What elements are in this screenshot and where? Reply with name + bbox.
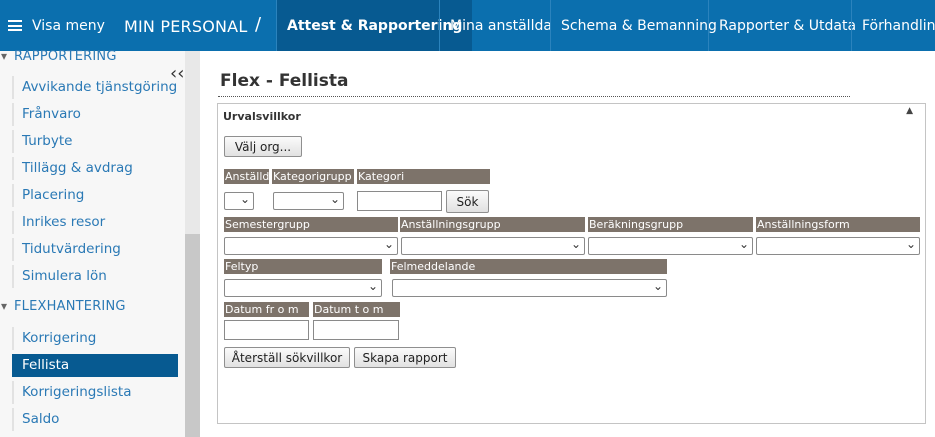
chevron-down-icon: ⌄	[383, 237, 394, 251]
label-berakningsgrupp: Beräkningsgrupp	[588, 217, 753, 232]
sidebar-item-placering[interactable]: Placering	[12, 184, 178, 207]
berakningsgrupp-select[interactable]: ⌄	[588, 237, 753, 255]
anstallningsgrupp-select[interactable]: ⌄	[401, 237, 585, 255]
datum-tom-input[interactable]	[313, 320, 399, 340]
sidebar-menu: ▾ RAPPORTERING ‹‹ Avvikande tjänstgöring…	[0, 49, 185, 437]
app-title[interactable]: MIN PERSONAL	[124, 17, 247, 36]
label-anstalld: Anställd	[224, 169, 269, 184]
semestergrupp-select[interactable]: ⌄	[224, 237, 398, 255]
sidebar-scrollbar[interactable]	[185, 51, 200, 437]
chevron-down-icon: ⌄	[367, 279, 378, 293]
reset-search-button[interactable]: Återställ sökvillkor	[224, 347, 350, 368]
sidebar-item-avvikande-tjanstgoring[interactable]: Avvikande tjänstgöring	[12, 76, 178, 99]
sidebar-section-flexhantering[interactable]: FLEXHANTERING	[14, 299, 126, 314]
sidebar-item-fellista[interactable]: Fellista	[12, 354, 178, 377]
sidebar-item-turbyte[interactable]: Turbyte	[12, 130, 178, 153]
filter-panel: Urvalsvillkor ▲ Välj org... Anställd Kat…	[217, 103, 926, 424]
label-datum-tom: Datum t o m	[313, 302, 400, 317]
panel-title: Urvalsvillkor	[223, 110, 301, 123]
sidebar-item-korrigeringslista[interactable]: Korrigeringslista	[12, 381, 178, 404]
top-navigation-bar: Visa meny MIN PERSONAL / Attest & Rappor…	[0, 0, 935, 51]
section-expand-icon[interactable]: ▾	[1, 299, 7, 313]
section-expand-icon[interactable]: ▾	[1, 49, 7, 63]
sidebar-item-tillagg-avdrag[interactable]: Tillägg & avdrag	[12, 157, 178, 180]
breadcrumb-separator: /	[255, 14, 262, 35]
tab-schema-bemanning[interactable]: Schema & Bemanning	[550, 0, 727, 51]
anstallningsform-select[interactable]: ⌄	[756, 237, 920, 255]
chevron-down-icon: ⌄	[329, 192, 340, 206]
scrollbar-thumb[interactable]	[185, 234, 200, 437]
sidebar-item-korrigering[interactable]: Korrigering	[12, 327, 178, 350]
felmeddelande-select[interactable]: ⌄	[392, 279, 667, 297]
sidebar-item-saldo[interactable]: Saldo	[12, 408, 178, 431]
sidebar-item-simulera-lon[interactable]: Simulera lön	[12, 265, 178, 288]
create-report-button[interactable]: Skapa rapport	[354, 347, 456, 368]
sidebar-item-inrikes-resor[interactable]: Inrikes resor	[12, 211, 178, 234]
anstalld-select[interactable]: ⌄	[224, 192, 254, 210]
label-anstallningsform: Anställningsform	[756, 217, 920, 232]
collapse-triangle-icon[interactable]: ▲	[906, 106, 913, 116]
tab-mina-anstallda[interactable]: Mina anställda	[439, 0, 562, 51]
sidebar: ▾ RAPPORTERING ‹‹ Avvikande tjänstgöring…	[0, 49, 200, 437]
sidebar-section-rapportering[interactable]: RAPPORTERING	[14, 49, 117, 64]
show-menu-button[interactable]: Visa meny	[8, 0, 105, 51]
chevron-down-icon: ⌄	[905, 237, 916, 251]
label-datum-from: Datum fr o m	[224, 302, 309, 317]
label-felmeddelande: Felmeddelande	[390, 259, 667, 274]
tab-rapporter-utdata[interactable]: Rapporter & Utdata	[708, 0, 866, 51]
show-menu-label: Visa meny	[32, 17, 105, 34]
choose-org-button[interactable]: Välj org...	[224, 136, 302, 157]
main-content: Flex - Fellista Urvalsvillkor ▲ Välj org…	[201, 51, 935, 437]
chevron-down-icon: ⌄	[652, 279, 663, 293]
datum-from-input[interactable]	[224, 320, 309, 340]
label-feltyp: Feltyp	[224, 259, 382, 274]
sidebar-item-franvaro[interactable]: Frånvaro	[12, 103, 178, 126]
label-semestergrupp: Semestergrupp	[224, 217, 398, 232]
page-title: Flex - Fellista	[220, 71, 349, 91]
chevron-down-icon: ⌄	[239, 192, 250, 206]
label-anstallningsgrupp: Anställningsgrupp	[400, 217, 585, 232]
sidebar-item-tidutvardering[interactable]: Tidutvärdering	[12, 238, 178, 261]
chevron-down-icon: ⌄	[738, 237, 749, 251]
tab-forhandling[interactable]: Förhandling	[851, 0, 935, 51]
search-button[interactable]: Sök	[446, 190, 489, 213]
chevron-down-icon: ⌄	[570, 237, 581, 251]
feltyp-select[interactable]: ⌄	[224, 279, 382, 297]
label-kategorigrupp: Kategorigrupp	[272, 169, 354, 184]
kategorigrupp-select[interactable]: ⌄	[273, 192, 344, 210]
hamburger-icon	[8, 20, 22, 31]
title-divider	[218, 96, 850, 97]
kategori-input[interactable]	[357, 191, 442, 211]
label-kategori: Kategori	[357, 169, 490, 184]
